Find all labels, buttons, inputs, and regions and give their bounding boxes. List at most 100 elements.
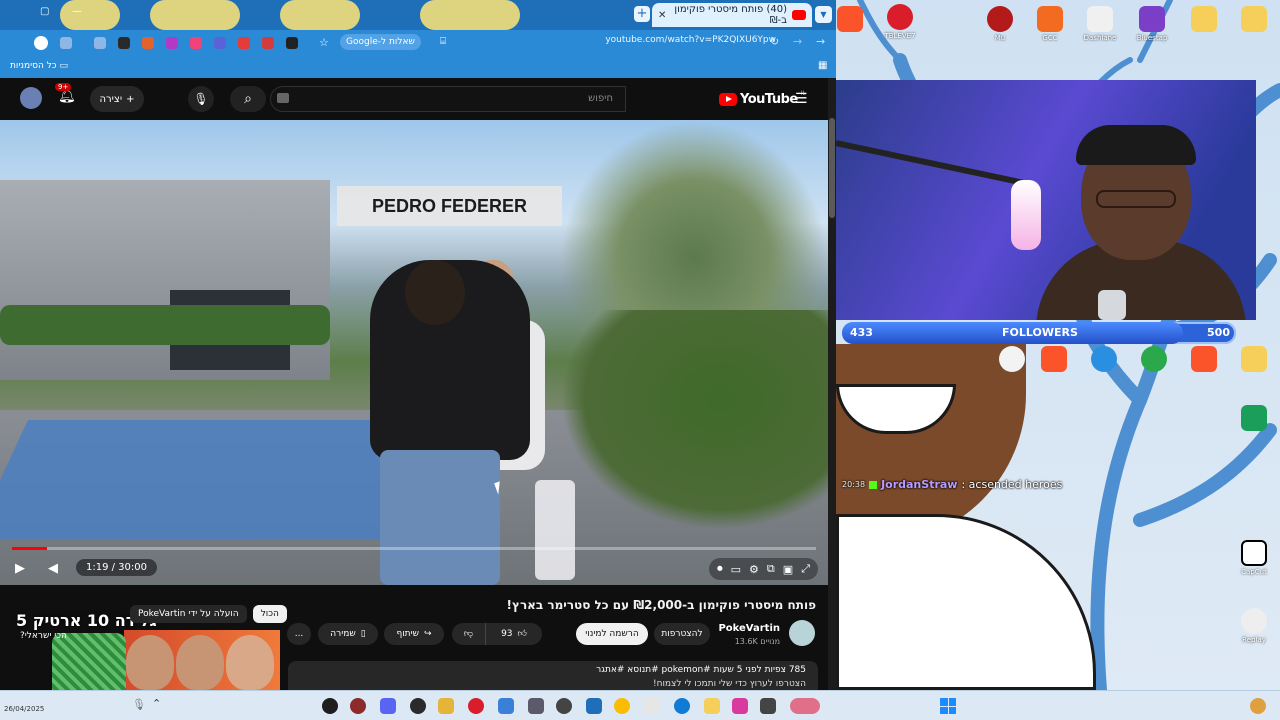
video-description-box[interactable]: 785 צפיות לפני 5 שעות #pokemon #תנוסא #א… [288, 661, 818, 690]
taskbar-app-icon[interactable] [760, 698, 776, 714]
bookmark-star-icon[interactable]: ☆ [319, 36, 329, 49]
taskbar-app-icon[interactable] [586, 698, 602, 714]
channel-name[interactable]: PokeVartin [718, 623, 780, 634]
taskbar-app-icon[interactable] [350, 698, 366, 714]
keyboard-icon[interactable] [277, 93, 289, 103]
desktop-icon-row2-3[interactable] [1080, 346, 1128, 374]
page-scrollbar[interactable] [828, 78, 836, 690]
extension-icon[interactable] [262, 37, 274, 49]
thumbnail-subtitle: הכי ישראלי? [20, 631, 67, 641]
kick-badge-icon [869, 480, 878, 489]
share-button[interactable]: שיתוף ↪ [384, 623, 444, 645]
desktop-icon-row2-4[interactable] [1130, 346, 1178, 374]
forward-icon[interactable]: → [793, 35, 802, 48]
search-icon[interactable]: ⌕ [230, 86, 266, 112]
chip-all[interactable]: הכול [252, 605, 287, 623]
capcut-desktop-icon[interactable]: CapCut [1230, 540, 1278, 576]
scrollbar-thumb[interactable] [829, 118, 835, 218]
tray-app-icon[interactable] [1250, 698, 1266, 714]
save-button[interactable]: שמירה ▯ [318, 623, 378, 645]
all-bookmarks-link[interactable]: כל הסימניות ▭ [10, 61, 68, 71]
reading-list-icon[interactable] [60, 37, 72, 49]
tab-youtube-video[interactable]: (40) פותח מיסטרי פוקימון ב-₪ ✕ [652, 3, 812, 27]
profile-avatar-icon[interactable] [34, 36, 48, 50]
account-avatar[interactable] [20, 87, 42, 109]
brave-desktop-icon-2[interactable] [1030, 346, 1078, 374]
more-actions-button[interactable]: ... [287, 623, 311, 645]
replay-desktop-icon[interactable]: Replay [1230, 608, 1278, 644]
like-button[interactable]: 93 👍︎ [486, 623, 542, 645]
save-label: שמירה [330, 629, 356, 639]
video-player[interactable]: PEDRO FEDERER ▶ ◀︎ 1:19 / 30:00 ⏺ ▭ ⚙ ⧉ … [0, 120, 828, 585]
taskbar-app-icon[interactable] [322, 698, 338, 714]
settings-gear-icon[interactable]: ⚙ [749, 563, 759, 576]
folder-desktop-icon-2[interactable] [1230, 6, 1278, 34]
tab-title: (40) פותח מיסטרי פוקימון ב-₪ [674, 4, 787, 26]
create-button[interactable]: יצירה + [90, 86, 144, 112]
extension-icon[interactable] [214, 37, 226, 49]
extension-icon[interactable] [166, 37, 178, 49]
taskbar-app-icon[interactable] [438, 698, 454, 714]
window-minimize-icon[interactable]: ▢ [40, 6, 49, 17]
taskbar-app-icon[interactable] [468, 698, 484, 714]
discord-icon[interactable] [380, 698, 396, 714]
subtitles-icon[interactable]: ▭ [731, 563, 741, 576]
cast-icon[interactable]: ▣ [783, 563, 793, 576]
file-explorer-icon[interactable] [704, 698, 720, 714]
desktop-icon-row2-1[interactable] [988, 346, 1036, 374]
extension-icon[interactable] [142, 37, 154, 49]
taskbar-app-icon[interactable] [732, 698, 748, 714]
extension-icon[interactable] [190, 37, 202, 49]
join-button[interactable]: להצטרפות [654, 623, 710, 645]
extension-icon[interactable] [118, 37, 130, 49]
youtube-logo[interactable]: YouTube IL [719, 90, 806, 107]
site-info-icon[interactable]: ⌸ [440, 36, 446, 47]
channel-avatar[interactable] [789, 620, 815, 646]
menu-hamburger-icon[interactable]: ☰ [795, 91, 808, 107]
back-icon[interactable]: → [816, 35, 825, 48]
chrome-icon[interactable] [614, 698, 630, 714]
play-icon[interactable]: ▶ [15, 561, 25, 576]
chatgpt-icon[interactable] [556, 698, 572, 714]
taskbar-app-icon[interactable] [410, 698, 426, 714]
heart-app-desktop-icon[interactable]: TBLEVE7 [876, 4, 924, 40]
address-bar-url[interactable]: youtube.com/watch?v=PK2QIXU6Ypw [605, 35, 776, 45]
video-progress-bar[interactable] [12, 547, 816, 550]
miniplayer-icon[interactable]: ⧉ [767, 562, 775, 576]
voice-search-icon[interactable]: 🎙︎ [188, 86, 214, 112]
calculator-icon[interactable] [644, 698, 660, 714]
dashlane-desktop-icon[interactable]: Dashlane [1076, 6, 1124, 42]
dislike-button[interactable]: 👎︎ [452, 623, 486, 645]
chip-uploaded-by[interactable]: הועלה על ידי PokeVartin [130, 605, 247, 623]
edge-icon[interactable] [674, 698, 690, 714]
tab-search-icon[interactable]: ▼ [815, 6, 832, 23]
player-right-controls: ⏺ ▭ ⚙ ⧉ ▣ ⤢ [709, 558, 818, 580]
autoplay-toggle-icon[interactable]: ⏺ [717, 562, 723, 576]
tab-close-icon[interactable]: ✕ [658, 10, 666, 21]
brave-desktop-icon-3[interactable] [1180, 346, 1228, 374]
mu-desktop-icon[interactable]: Mu [976, 6, 1024, 42]
taskbar-app-icon[interactable] [498, 698, 514, 714]
google-search-chip[interactable]: Google-שאלות ל [340, 34, 421, 50]
folder-desktop-icon-3[interactable] [1230, 346, 1278, 374]
search-input[interactable]: חיפוש [270, 86, 626, 112]
extension-icon[interactable] [238, 37, 250, 49]
gcc-desktop-icon[interactable]: GCC [1026, 6, 1074, 42]
bluestap-desktop-icon[interactable]: Bluestap [1128, 6, 1176, 42]
folder-desktop-icon[interactable] [1180, 6, 1228, 34]
taskbar-app-icon[interactable] [790, 698, 820, 714]
taskbar-chevron-up-icon[interactable]: ⌃ [152, 697, 161, 710]
taskbar-mic-icon[interactable]: 🎙︎ [132, 698, 146, 711]
reload-icon[interactable]: ↻ [770, 35, 779, 48]
fullscreen-icon[interactable]: ⤢ [801, 562, 810, 576]
window-restore-icon[interactable]: — [72, 6, 82, 17]
extension-icon[interactable] [286, 37, 298, 49]
volume-icon[interactable]: ◀︎ [48, 561, 58, 576]
taskbar-app-icon[interactable] [528, 698, 544, 714]
windows-start-icon[interactable] [940, 698, 956, 714]
apps-grid-icon[interactable]: ▦ [818, 60, 827, 71]
download-desktop-icon[interactable] [1230, 405, 1278, 433]
extensions-icon[interactable] [94, 37, 106, 49]
new-tab-button[interactable]: + [634, 6, 650, 22]
subscribe-button[interactable]: הרשמה למינוי [576, 623, 648, 645]
